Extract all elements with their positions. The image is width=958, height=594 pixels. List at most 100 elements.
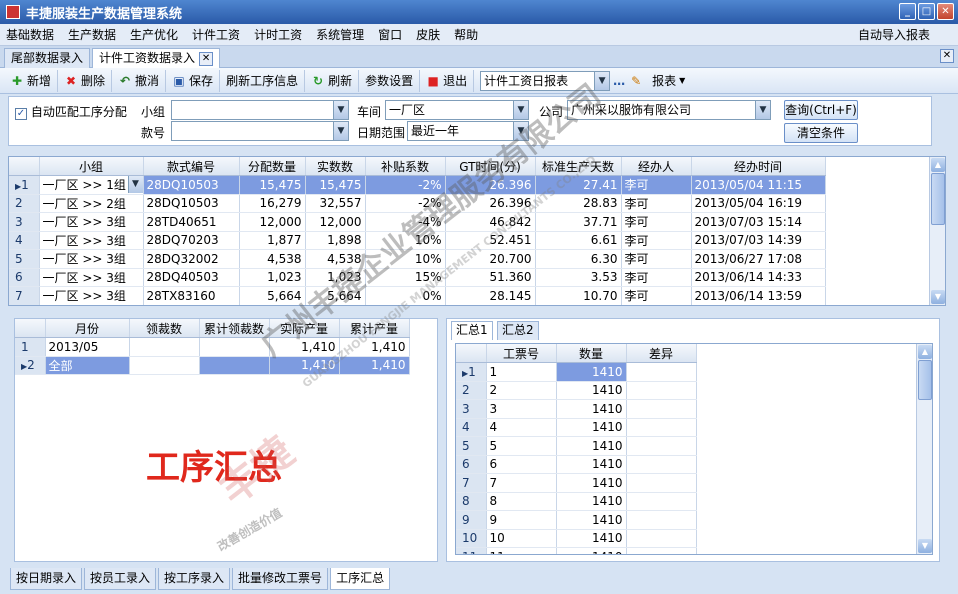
style-select[interactable]: ▼ [171,121,349,141]
column-header[interactable]: 分配数量 [239,157,306,176]
diff-cell[interactable] [626,362,697,382]
diff-cell[interactable] [626,381,697,400]
table-row[interactable]: ▶2 全部 1,410 1,410 [15,356,410,375]
allocated-qty-cell[interactable]: 5,664 [239,286,306,305]
table-row[interactable]: 6 6 1410 [456,455,697,474]
group-select[interactable]: ▼ [171,100,349,120]
menu-help[interactable]: 帮助 [454,26,478,43]
close-doc-icon[interactable]: ✕ [940,49,954,63]
menu-piece-wage[interactable]: 计件工资 [192,26,240,43]
ticket-cell[interactable]: 7 [486,473,557,493]
table-row[interactable]: 5 一厂区 >> 3组 28DQ32002 4,538 4,538 10% 20… [9,249,826,269]
month-cell[interactable]: 2013/05 [45,337,130,357]
column-header[interactable]: 实际产量 [269,319,340,338]
undo-button[interactable]: ↶ 撤消 [112,69,167,92]
add-button[interactable]: ✚ 新增 [4,69,59,92]
tab-by-process[interactable]: 按工序录入 [158,568,231,590]
workshop-select[interactable]: 一厂区 ▼ [385,100,529,120]
std-days-cell[interactable]: 3.53 [535,268,622,287]
gt-time-cell[interactable]: 26.396 [445,194,536,213]
column-header[interactable]: 领裁数 [129,319,200,338]
cum-cut-qty-cell[interactable] [199,356,270,375]
style-cell[interactable]: 28TX83160 [143,286,240,305]
refresh-process-button[interactable]: 刷新工序信息 [220,69,306,92]
style-cell[interactable]: 28DQ40503 [143,268,240,287]
diff-cell[interactable] [626,399,697,419]
handle-time-cell[interactable]: 2013/07/03 14:39 [691,231,826,250]
tab-by-employee[interactable]: 按员工录入 [84,568,157,590]
actual-qty-cell[interactable]: 12,000 [305,212,366,232]
menu-skin[interactable]: 皮肤 [416,26,440,43]
std-days-cell[interactable]: 37.71 [535,212,622,232]
diff-cell[interactable] [626,455,697,474]
column-header[interactable]: 标准生产天数 [535,157,622,176]
handler-cell[interactable]: 李可 [621,175,692,195]
gt-time-cell[interactable]: 28.145 [445,286,536,305]
diff-cell[interactable] [626,547,697,554]
ticket-cell[interactable]: 8 [486,492,557,511]
handle-time-cell[interactable]: 2013/06/14 14:33 [691,268,826,287]
scroll-up-icon[interactable]: ▲ [918,345,932,359]
column-header[interactable]: 累计产量 [339,319,410,338]
tab-batch-modify-ticket[interactable]: 批量修改工票号 [232,568,329,590]
chevron-down-icon[interactable]: ▼ [513,101,528,119]
handle-time-cell[interactable]: 2013/06/27 17:08 [691,249,826,269]
subsidy-cell[interactable]: 15% [365,268,446,287]
qty-cell[interactable]: 1410 [556,529,627,548]
gt-time-cell[interactable]: 20.700 [445,249,536,269]
style-cell[interactable]: 28TD40651 [143,212,240,232]
std-days-cell[interactable]: 28.83 [535,194,622,213]
gt-time-cell[interactable]: 51.360 [445,268,536,287]
table-row[interactable]: 8 8 1410 [456,492,697,511]
chevron-down-icon[interactable]: ▼ [127,176,142,193]
column-header[interactable]: 款式编号 [143,157,240,176]
chevron-down-icon[interactable]: ▼ [594,71,610,90]
group-cell[interactable]: 一厂区 >> 3组 [39,249,144,269]
chevron-down-icon[interactable]: ▼ [513,122,528,140]
tab-summary-2[interactable]: 汇总2 [497,321,539,340]
column-header[interactable]: 累计领裁数 [199,319,270,338]
main-grid-scrollbar[interactable]: ▲ ▼ [929,157,945,305]
table-row[interactable]: 3 一厂区 >> 3组 28TD40651 12,000 12,000 -4% … [9,212,826,232]
report-edit-icon[interactable]: ✎ [629,74,643,88]
column-header[interactable]: 数量 [556,344,627,363]
params-button[interactable]: 参数设置 [359,69,421,92]
handler-cell[interactable]: 李可 [621,212,692,232]
handler-cell[interactable]: 李可 [621,194,692,213]
allocated-qty-cell[interactable]: 1,023 [239,268,306,287]
handler-cell[interactable]: 李可 [621,286,692,305]
column-header[interactable]: 小组 [39,157,144,176]
qty-cell[interactable]: 1410 [556,399,627,419]
menu-system[interactable]: 系统管理 [316,26,364,43]
chevron-down-icon[interactable]: ▼ [333,122,348,140]
table-row[interactable]: 7 7 1410 [456,473,697,493]
table-row[interactable]: ▶1 1 1410 [456,362,697,382]
scroll-up-icon[interactable]: ▲ [931,158,945,172]
gt-time-cell[interactable]: 46.842 [445,212,536,232]
tab-by-date[interactable]: 按日期录入 [10,568,83,590]
ticket-cell[interactable]: 11 [486,547,557,554]
chevron-down-icon[interactable]: ▼ [333,101,348,119]
diff-cell[interactable] [626,436,697,456]
table-row[interactable]: 3 3 1410 [456,399,697,419]
table-row[interactable]: 7 一厂区 >> 3组 28TX83160 5,664 5,664 0% 28.… [9,286,826,305]
subsidy-cell[interactable]: -2% [365,175,446,195]
column-header[interactable]: 补贴系数 [365,157,446,176]
table-row[interactable]: ▶1 一厂区 >> 1组 ▼ 28DQ10503 15,475 15,475 -2… [9,175,826,195]
diff-cell[interactable] [626,473,697,493]
actual-output-cell[interactable]: 1,410 [269,356,340,375]
group-cell[interactable]: 一厂区 >> 2组 [39,194,144,213]
ellipsis-icon[interactable]: … [612,74,626,88]
qty-cell[interactable]: 1410 [556,436,627,456]
tab-process-summary[interactable]: 工序汇总 [330,568,391,590]
std-days-cell[interactable]: 6.61 [535,231,622,250]
clear-conditions-button[interactable]: 清空条件 [784,123,858,143]
group-cell[interactable]: 一厂区 >> 3组 [39,286,144,305]
qty-cell[interactable]: 1410 [556,455,627,474]
menu-time-wage[interactable]: 计时工资 [254,26,302,43]
qty-cell[interactable]: 1410 [556,547,627,554]
actual-output-cell[interactable]: 1,410 [269,337,340,357]
company-select[interactable]: 广州采以服饰有限公司 ▼ [567,100,771,120]
close-icon[interactable]: ✕ [937,3,954,20]
allocated-qty-cell[interactable]: 12,000 [239,212,306,232]
